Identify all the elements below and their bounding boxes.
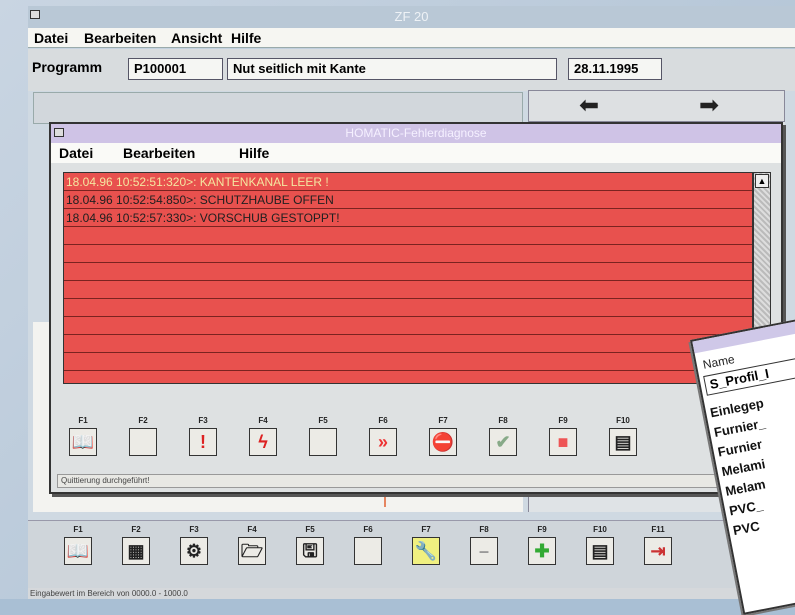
upper-panel xyxy=(33,92,523,124)
main-fkey-f2[interactable]: F2 ▦ xyxy=(116,525,156,565)
program-description-field[interactable]: Nut seitlich mit Kante xyxy=(227,58,557,80)
dialog-menu-hilfe[interactable]: Hilfe xyxy=(239,145,269,161)
program-label: Programm xyxy=(32,59,103,75)
dialog-status: Quittierung durchgeführt! xyxy=(57,474,777,488)
machine-icon: ▦ xyxy=(122,537,150,565)
scroll-up-icon[interactable]: ▲ xyxy=(755,174,769,188)
book-icon: 📖 xyxy=(69,428,97,456)
lightning-icon: ϟ xyxy=(249,428,277,456)
menu-bearbeiten[interactable]: Bearbeiten xyxy=(84,30,156,46)
tools-icon: ⚙ xyxy=(180,537,208,565)
dialog-fkey-f1[interactable]: F1 📖 xyxy=(63,416,103,456)
list-item[interactable] xyxy=(64,299,752,317)
list-item[interactable]: PVC_ xyxy=(728,497,764,518)
status-bar: Eingabewert im Bereich von 0000.0 - 1000… xyxy=(28,588,795,599)
main-menubar: Datei Bearbeiten Ansicht Hilfe xyxy=(28,28,795,48)
blank-icon xyxy=(309,428,337,456)
save-icon: 🖫 xyxy=(296,537,324,565)
exclamation-icon: ! xyxy=(189,428,217,456)
main-fkey-f6[interactable]: F6 xyxy=(348,525,388,565)
main-fkey-f9[interactable]: F9 ✚ xyxy=(522,525,562,565)
dialog-title: HOMATIC-Fehlerdiagnose xyxy=(345,126,487,140)
dialog-fkey-f9[interactable]: F9 ■ xyxy=(543,416,583,456)
list-item[interactable] xyxy=(64,263,752,281)
navigation-panel: ⬅ ➡ xyxy=(528,90,785,122)
list-item[interactable] xyxy=(64,353,752,371)
wrench-icon: 🔧 xyxy=(412,537,440,565)
program-bar: Programm P100001 Nut seitlich mit Kante … xyxy=(28,49,795,91)
list-item[interactable] xyxy=(64,245,752,263)
main-fkey-f1[interactable]: F1 📖 xyxy=(58,525,98,565)
main-fkey-f7[interactable]: F7 🔧 xyxy=(406,525,446,565)
main-fkey-f10[interactable]: F10 ▤ xyxy=(580,525,620,565)
list-item[interactable]: 18.04.96 10:52:51:320>: KANTENKANAL LEER… xyxy=(64,173,752,191)
error-message-list[interactable]: 18.04.96 10:52:51:320>: KANTENKANAL LEER… xyxy=(63,172,753,384)
dialog-fkey-f4[interactable]: F4 ϟ xyxy=(243,416,283,456)
error-diagnosis-dialog: HOMATIC-Fehlerdiagnose Datei Bearbeiten … xyxy=(49,122,783,494)
menu-hilfe[interactable]: Hilfe xyxy=(231,30,261,46)
book-icon: 📖 xyxy=(64,537,92,565)
blank-icon xyxy=(129,428,157,456)
main-fkey-bar: F1 📖 F2 ▦ F3 ⚙ F4 🗁 F5 🖫 F6 F7 🔧 F8– F9 ✚ F10 ▤ … xyxy=(28,520,795,588)
list-item[interactable] xyxy=(64,281,752,299)
dialog-system-menu-icon[interactable] xyxy=(54,128,64,137)
dialog-fkey-f2[interactable]: F2 xyxy=(123,416,163,456)
list-item[interactable]: 18.04.96 10:52:57:330>: VORSCHUB GESTOPP… xyxy=(64,209,752,227)
main-fkey-f8[interactable]: F8– xyxy=(464,525,504,565)
list-item[interactable]: PVC xyxy=(732,518,761,538)
error-stop-icon: ⛔ xyxy=(429,428,457,456)
dialog-fkey-f8[interactable]: F8 ✔ xyxy=(483,416,523,456)
double-chevron-icon: » xyxy=(369,428,397,456)
minus-icon: – xyxy=(470,537,498,565)
dialog-menu-bearbeiten[interactable]: Bearbeiten xyxy=(123,145,195,161)
dialog-fkey-f10[interactable]: F10 ▤ xyxy=(603,416,643,456)
main-fkey-f5[interactable]: F5 🖫 xyxy=(290,525,330,565)
dialog-titlebar: HOMATIC-Fehlerdiagnose xyxy=(51,124,781,143)
dialog-fkey-f3[interactable]: F3! xyxy=(183,416,223,456)
list-item[interactable] xyxy=(64,317,752,335)
list-item[interactable]: Melam xyxy=(724,476,767,498)
popup-header: Name xyxy=(701,351,736,372)
main-fkey-f4[interactable]: F4 🗁 xyxy=(232,525,272,565)
calculator-icon: ▤ xyxy=(609,428,637,456)
list-item[interactable]: Melami xyxy=(720,456,766,479)
arrow-right-icon[interactable]: ➡ xyxy=(699,91,719,120)
system-menu-icon[interactable] xyxy=(30,10,40,19)
dialog-fkey-f7[interactable]: F7 ⛔ xyxy=(423,416,463,456)
list-item[interactable]: 18.04.96 10:52:54:850>: SCHUTZHAUBE OFFE… xyxy=(64,191,752,209)
check-icon: ✔ xyxy=(489,428,517,456)
dialog-menu-datei[interactable]: Datei xyxy=(59,145,93,161)
dialog-fkey-f6[interactable]: F6» xyxy=(363,416,403,456)
main-fkey-f11[interactable]: F11 ⇥ xyxy=(638,525,678,565)
plus-icon: ✚ xyxy=(528,537,556,565)
folder-open-icon: 🗁 xyxy=(238,537,266,565)
menu-ansicht[interactable]: Ansicht xyxy=(171,30,222,46)
window-title: ZF 20 xyxy=(394,9,429,24)
arrow-left-icon[interactable]: ⬅ xyxy=(579,91,599,120)
main-fkey-f3[interactable]: F3 ⚙ xyxy=(174,525,214,565)
exit-icon: ⇥ xyxy=(644,537,672,565)
red-box-icon: ■ xyxy=(549,428,577,456)
dialog-fkey-f5[interactable]: F5 xyxy=(303,416,343,456)
list-item[interactable]: Furnier xyxy=(716,436,763,459)
dialog-menubar: Datei Bearbeiten Hilfe xyxy=(51,143,781,163)
blank-icon xyxy=(354,537,382,565)
window-titlebar: ZF 20 xyxy=(28,6,795,28)
menu-datei[interactable]: Datei xyxy=(34,30,68,46)
program-code-field[interactable]: P100001 xyxy=(128,58,223,80)
list-item[interactable] xyxy=(64,227,752,245)
program-date-field[interactable]: 28.11.1995 xyxy=(568,58,662,80)
list-item[interactable] xyxy=(64,335,752,353)
calculator-icon: ▤ xyxy=(586,537,614,565)
